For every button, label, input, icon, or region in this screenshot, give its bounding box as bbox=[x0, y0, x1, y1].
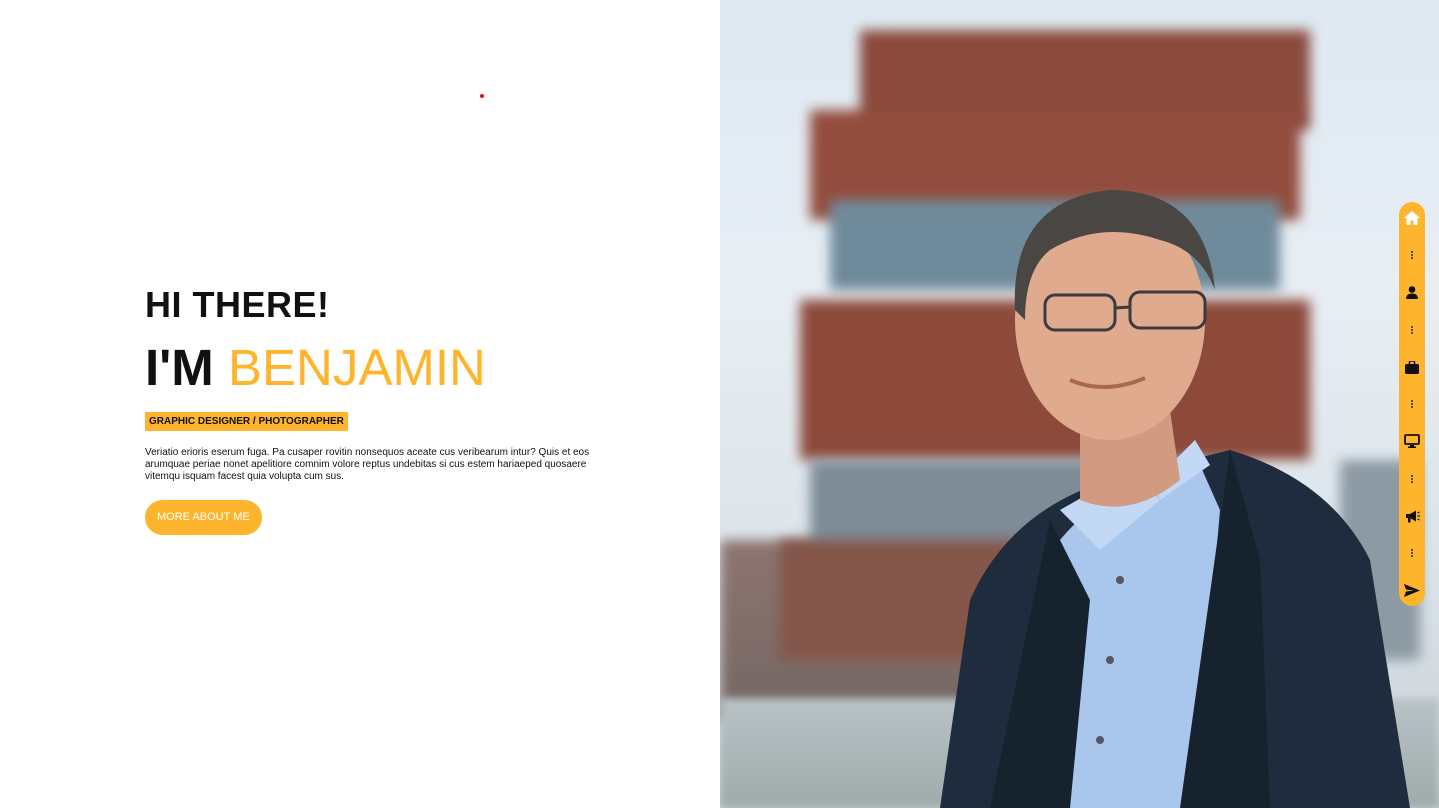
nav-blog[interactable] bbox=[1399, 505, 1425, 527]
megaphone-icon bbox=[1405, 510, 1420, 522]
nav-separator bbox=[1411, 326, 1413, 334]
page: HI THERE! I'M BENJAMIN GRAPHIC DESIGNER … bbox=[0, 0, 1439, 808]
nav-home[interactable] bbox=[1399, 207, 1425, 229]
portrait-photo bbox=[720, 0, 1439, 808]
person-figure bbox=[940, 190, 1410, 808]
nav-separator bbox=[1411, 475, 1413, 483]
home-icon bbox=[1404, 211, 1420, 225]
briefcase-icon bbox=[1405, 360, 1419, 374]
user-icon bbox=[1406, 285, 1418, 299]
monitor-icon bbox=[1404, 434, 1420, 448]
nav-separator bbox=[1411, 549, 1413, 557]
name-highlight: BENJAMIN bbox=[227, 339, 486, 396]
decorative-dot bbox=[480, 94, 484, 98]
name-heading: I'M BENJAMIN bbox=[145, 340, 615, 396]
nav-portfolio[interactable] bbox=[1399, 356, 1425, 378]
nav-separator bbox=[1411, 251, 1413, 259]
paper-plane-icon bbox=[1404, 583, 1420, 597]
nav-contact[interactable] bbox=[1399, 579, 1425, 601]
bio-text: Veriatio erioris eserum fuga. Pa cusaper… bbox=[145, 447, 590, 482]
role-badge: GRAPHIC DESIGNER / PHOTOGRAPHER bbox=[145, 412, 348, 431]
more-about-me-button[interactable]: MORE ABOUT ME bbox=[145, 500, 262, 535]
nav-services[interactable] bbox=[1399, 430, 1425, 452]
intro-panel: HI THERE! I'M BENJAMIN GRAPHIC DESIGNER … bbox=[0, 0, 720, 808]
intro-content: HI THERE! I'M BENJAMIN GRAPHIC DESIGNER … bbox=[145, 284, 615, 535]
greeting-heading: HI THERE! bbox=[145, 284, 330, 325]
side-navigation bbox=[1399, 202, 1425, 606]
nav-separator bbox=[1411, 400, 1413, 408]
nav-about[interactable] bbox=[1399, 281, 1425, 303]
name-prefix: I'M bbox=[145, 339, 214, 396]
